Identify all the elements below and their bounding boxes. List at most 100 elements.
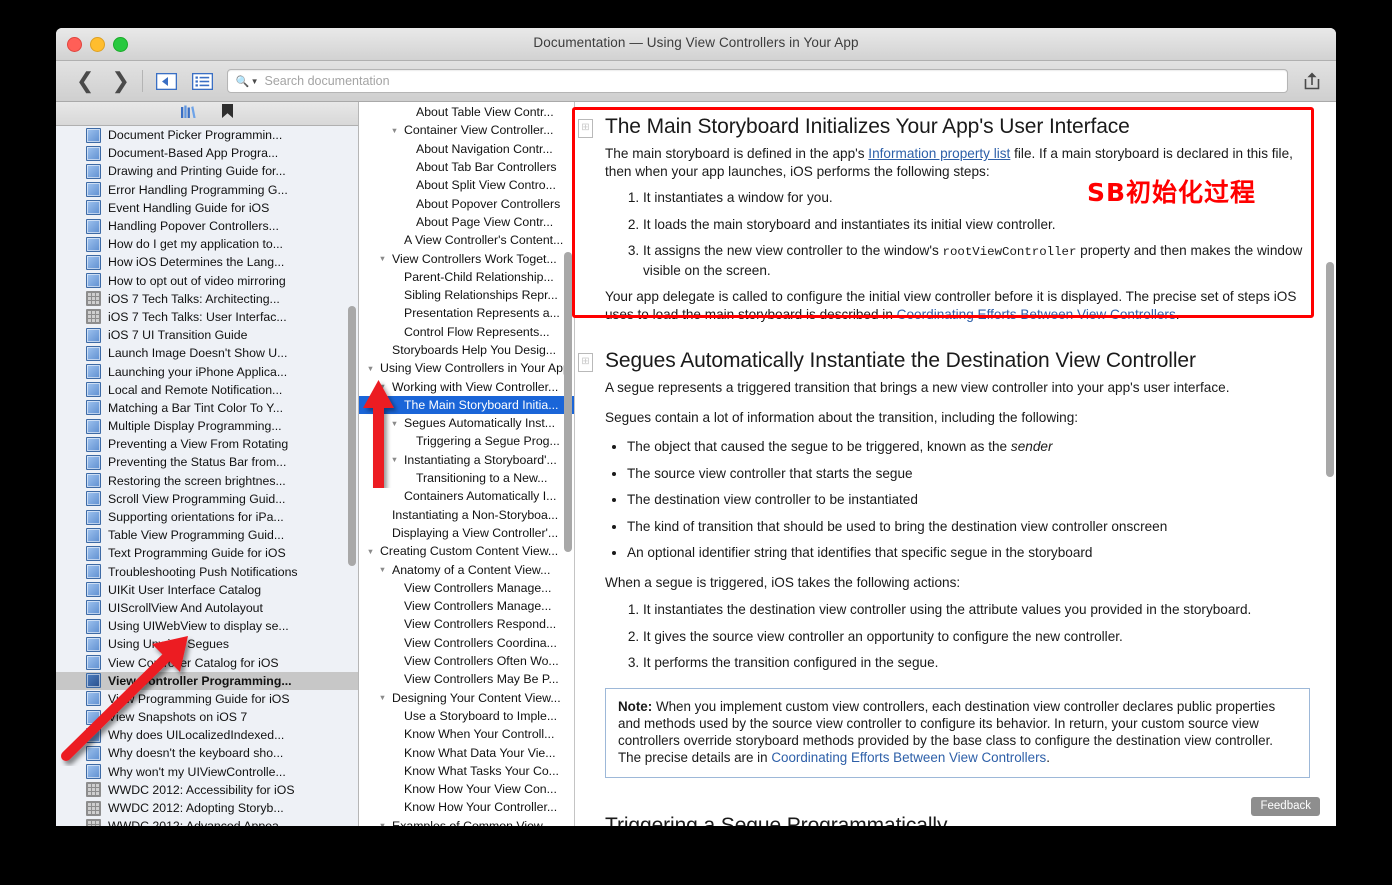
- toc-item[interactable]: ▼ Creating Custom Content View...: [359, 542, 574, 560]
- chevron-down-icon[interactable]: ▼: [377, 565, 388, 574]
- library-list-item[interactable]: Local and Remote Notification...: [56, 381, 358, 399]
- toc-item[interactable]: Triggering a Segue Prog...: [359, 432, 574, 450]
- information-property-list-link[interactable]: Information property list: [868, 146, 1010, 161]
- toc-item[interactable]: ▼ Segues Automatically Inst...: [359, 414, 574, 432]
- toc-item[interactable]: Know What Data Your Vie...: [359, 743, 574, 761]
- toc-item[interactable]: A View Controller's Content...: [359, 231, 574, 249]
- library-list-item[interactable]: Document Picker Programmin...: [56, 126, 358, 144]
- library-list-item[interactable]: How to opt out of video mirroring: [56, 272, 358, 290]
- library-scrollbar-track[interactable]: [346, 126, 358, 826]
- toc-pane[interactable]: About Table View Contr... ▼ Container View…: [359, 102, 575, 826]
- chevron-down-icon[interactable]: ▼: [377, 821, 388, 826]
- library-list-item[interactable]: Preventing the Status Bar from...: [56, 453, 358, 471]
- toc-item[interactable]: Displaying a View Controller'...: [359, 524, 574, 542]
- chevron-down-icon[interactable]: ▼: [365, 364, 376, 373]
- library-list-item[interactable]: Event Handling Guide for iOS: [56, 199, 358, 217]
- toc-item[interactable]: Know When Your Controll...: [359, 725, 574, 743]
- library-list-item[interactable]: How iOS Determines the Lang...: [56, 253, 358, 271]
- toc-item[interactable]: View Controllers Often Wo...: [359, 652, 574, 670]
- library-list-item[interactable]: Preventing a View From Rotating: [56, 435, 358, 453]
- toc-item[interactable]: Parent-Child Relationship...: [359, 268, 574, 286]
- toc-item[interactable]: Presentation Represents a...: [359, 304, 574, 322]
- library-list-item[interactable]: Launching your iPhone Applica...: [56, 362, 358, 380]
- bookmark-anchor-icon[interactable]: ⊞: [578, 353, 593, 372]
- library-list-item[interactable]: Using Unwind Segues: [56, 635, 358, 653]
- library-list-item[interactable]: Handling Popover Controllers...: [56, 217, 358, 235]
- chevron-down-icon[interactable]: ▼: [365, 547, 376, 556]
- library-list-item[interactable]: iOS 7 UI Transition Guide: [56, 326, 358, 344]
- library-list-item[interactable]: Table View Programming Guid...: [56, 526, 358, 544]
- library-list-item[interactable]: View Controller Catalog for iOS: [56, 653, 358, 671]
- library-list-item[interactable]: WWDC 2012: Adopting Storyb...: [56, 799, 358, 817]
- library-list-item[interactable]: Error Handling Programming G...: [56, 181, 358, 199]
- toc-item[interactable]: Transitioning to a New...: [359, 469, 574, 487]
- library-list-item[interactable]: Drawing and Printing Guide for...: [56, 162, 358, 180]
- library-list-item[interactable]: Text Programming Guide for iOS: [56, 544, 358, 562]
- document-pane[interactable]: ⊞ The Main Storyboard Initializes Your A…: [575, 102, 1336, 826]
- library-list-item[interactable]: Launch Image Doesn't Show U...: [56, 344, 358, 362]
- library-list-item[interactable]: Document-Based App Progra...: [56, 144, 358, 162]
- toc-item[interactable]: ▼ Designing Your Content View...: [359, 689, 574, 707]
- library-list-item[interactable]: Using UIWebView to display se...: [56, 617, 358, 635]
- search-input[interactable]: 🔍 ▼ Search documentation: [226, 69, 1288, 93]
- chevron-down-icon[interactable]: ▼: [377, 382, 388, 391]
- chevron-down-icon[interactable]: ▼: [389, 455, 400, 464]
- library-scrollbar-thumb[interactable]: [348, 306, 356, 566]
- library-list-item[interactable]: Why won't my UIViewControlle...: [56, 763, 358, 781]
- library-list-item[interactable]: View Programming Guide for iOS: [56, 690, 358, 708]
- toc-item[interactable]: ▼ Container View Controller...: [359, 121, 574, 139]
- toc-item[interactable]: ▼ Instantiating a Storyboard'...: [359, 451, 574, 469]
- library-list-item[interactable]: WWDC 2012: Advanced Appea...: [56, 817, 358, 826]
- toc-item[interactable]: About Popover Controllers: [359, 194, 574, 212]
- library-list-item[interactable]: WWDC 2012: Accessibility for iOS: [56, 781, 358, 799]
- toc-item[interactable]: Instantiating a Non-Storyboa...: [359, 506, 574, 524]
- document-scrollbar-track[interactable]: [1324, 102, 1336, 826]
- chevron-down-icon[interactable]: ▼: [389, 419, 400, 428]
- coordinating-efforts-link-1[interactable]: Coordinating Efforts Between View Contro…: [897, 307, 1176, 322]
- library-list-item[interactable]: How do I get my application to...: [56, 235, 358, 253]
- bookshelf-icon[interactable]: [181, 105, 196, 123]
- toc-item[interactable]: View Controllers May Be P...: [359, 670, 574, 688]
- toc-item[interactable]: About Navigation Contr...: [359, 140, 574, 158]
- toc-item[interactable]: About Table View Contr...: [359, 103, 574, 121]
- toc-item[interactable]: View Controllers Manage...: [359, 579, 574, 597]
- toc-scrollbar-thumb[interactable]: [564, 252, 572, 552]
- library-list-item[interactable]: UIScrollView And Autolayout: [56, 599, 358, 617]
- nav-buttons[interactable]: ❮ ❯: [76, 70, 130, 92]
- library-list-item[interactable]: Troubleshooting Push Notifications: [56, 563, 358, 581]
- chevron-down-icon[interactable]: ▼: [389, 126, 400, 135]
- bookmark-icon[interactable]: [222, 104, 233, 123]
- toc-item[interactable]: Know How Your View Con...: [359, 780, 574, 798]
- library-list-item[interactable]: Matching a Bar Tint Color To Y...: [56, 399, 358, 417]
- chevron-down-icon[interactable]: ▼: [251, 77, 259, 86]
- library-list[interactable]: Document Picker Programmin... Document-Ba…: [56, 126, 358, 826]
- toc-item[interactable]: ▼ Examples of Common View...: [359, 817, 574, 826]
- feedback-button[interactable]: Feedback: [1251, 797, 1320, 816]
- toc-item[interactable]: ▼ Working with View Controller...: [359, 377, 574, 395]
- document-scrollbar-thumb[interactable]: [1326, 262, 1334, 477]
- library-list-item[interactable]: Why does UILocalizedIndexed...: [56, 726, 358, 744]
- library-list-item[interactable]: UIKit User Interface Catalog: [56, 581, 358, 599]
- toc-item[interactable]: ▼ View Controllers Work Toget...: [359, 249, 574, 267]
- toc-item[interactable]: Use a Storyboard to Imple...: [359, 707, 574, 725]
- toc-item[interactable]: About Page View Contr...: [359, 213, 574, 231]
- library-list-item[interactable]: View Snapshots on iOS 7: [56, 708, 358, 726]
- library-list-item[interactable]: iOS 7 Tech Talks: User Interfac...: [56, 308, 358, 326]
- toc-item[interactable]: Sibling Relationships Repr...: [359, 286, 574, 304]
- toc-item[interactable]: The Main Storyboard Initia...: [359, 395, 574, 415]
- library-list-item[interactable]: Supporting orientations for iPa...: [56, 508, 358, 526]
- toc-item[interactable]: About Split View Contro...: [359, 176, 574, 194]
- toc-item[interactable]: View Controllers Respond...: [359, 615, 574, 633]
- library-list-item[interactable]: iOS 7 Tech Talks: Architecting...: [56, 290, 358, 308]
- back-chevron-icon[interactable]: ❮: [76, 70, 94, 92]
- library-list-item[interactable]: Restoring the screen brightnes...: [56, 472, 358, 490]
- toc-item[interactable]: ▼ Using View Controllers in Your App: [359, 359, 574, 377]
- toc-item[interactable]: View Controllers Coordina...: [359, 634, 574, 652]
- toc-item[interactable]: ▼ Anatomy of a Content View...: [359, 560, 574, 578]
- share-icon[interactable]: [1298, 69, 1326, 93]
- chevron-down-icon[interactable]: ▼: [377, 693, 388, 702]
- sidebar-toggle-icon[interactable]: [155, 70, 179, 92]
- coordinating-efforts-link-2[interactable]: Coordinating Efforts Between View Contro…: [771, 750, 1046, 765]
- library-list-item[interactable]: View Controller Programming...: [56, 671, 358, 690]
- chevron-down-icon[interactable]: ▼: [377, 254, 388, 263]
